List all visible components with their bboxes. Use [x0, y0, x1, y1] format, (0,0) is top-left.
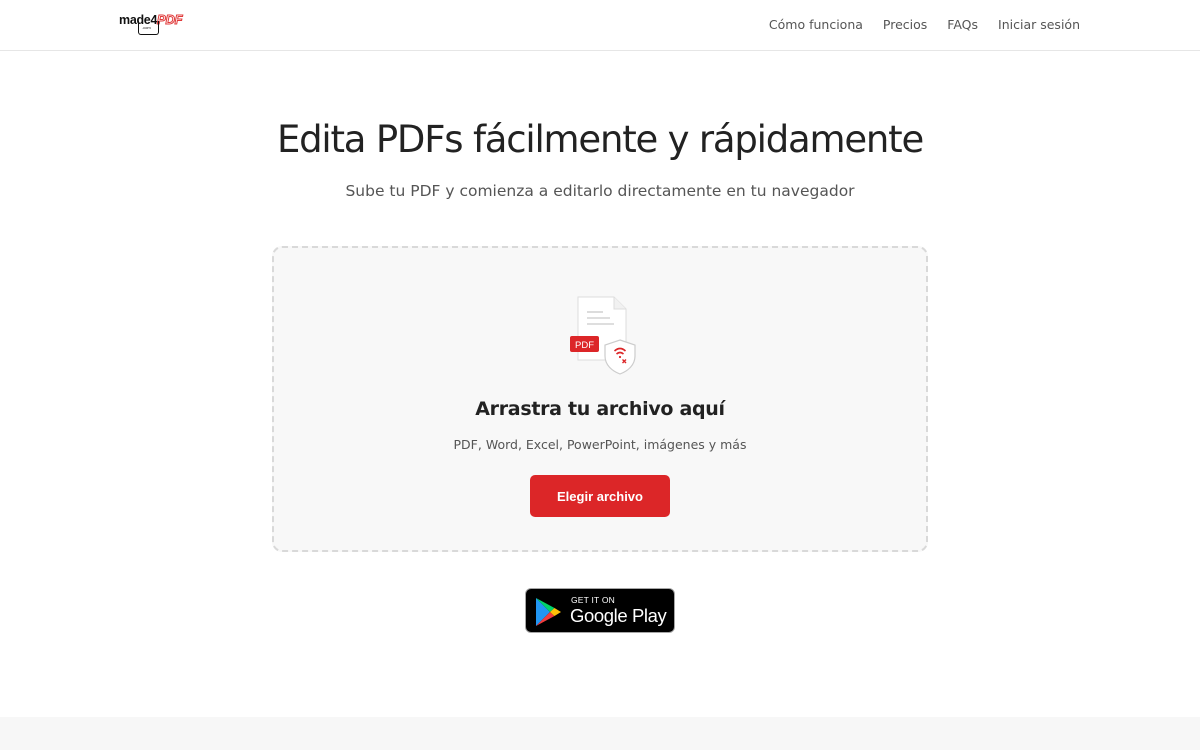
pdf-shield-icon: PDF	[570, 296, 636, 375]
choose-file-button[interactable]: Elegir archivo	[530, 475, 670, 517]
nav-link-como-funciona[interactable]: Cómo funciona	[769, 17, 863, 32]
google-play-small-text: GET IT ON	[571, 595, 615, 605]
page-title: Edita PDFs fácilmente y rápidamente	[276, 118, 924, 161]
google-play-badge[interactable]: GET IT ON Google Play	[525, 588, 675, 633]
dropzone-formats: PDF, Word, Excel, PowerPoint, imágenes y…	[453, 437, 747, 452]
dropzone-title: Arrastra tu archivo aquí	[475, 398, 725, 420]
google-play-big-text: Google Play	[570, 605, 667, 626]
site-header: made4 PDF .com Cómo funciona Precios FAQ…	[0, 0, 1200, 51]
nav-link-login[interactable]: Iniciar sesión	[998, 17, 1080, 32]
logo-text-accent: PDF	[156, 12, 183, 28]
pdf-badge-label: PDF	[575, 340, 594, 351]
google-play-icon	[536, 598, 561, 626]
logo-text-sub: .com	[142, 25, 151, 30]
page-subtitle: Sube tu PDF y comienza a editarlo direct…	[345, 182, 855, 200]
main-nav: Cómo funciona Precios FAQs Iniciar sesió…	[769, 17, 1080, 32]
file-dropzone[interactable]: PDF Arrastra tu archivo aquí PDF, Word, …	[272, 246, 928, 552]
footer-band	[0, 717, 1200, 750]
logo[interactable]: made4 PDF .com	[119, 11, 183, 37]
nav-link-precios[interactable]: Precios	[883, 17, 927, 32]
nav-link-faqs[interactable]: FAQs	[947, 17, 978, 32]
